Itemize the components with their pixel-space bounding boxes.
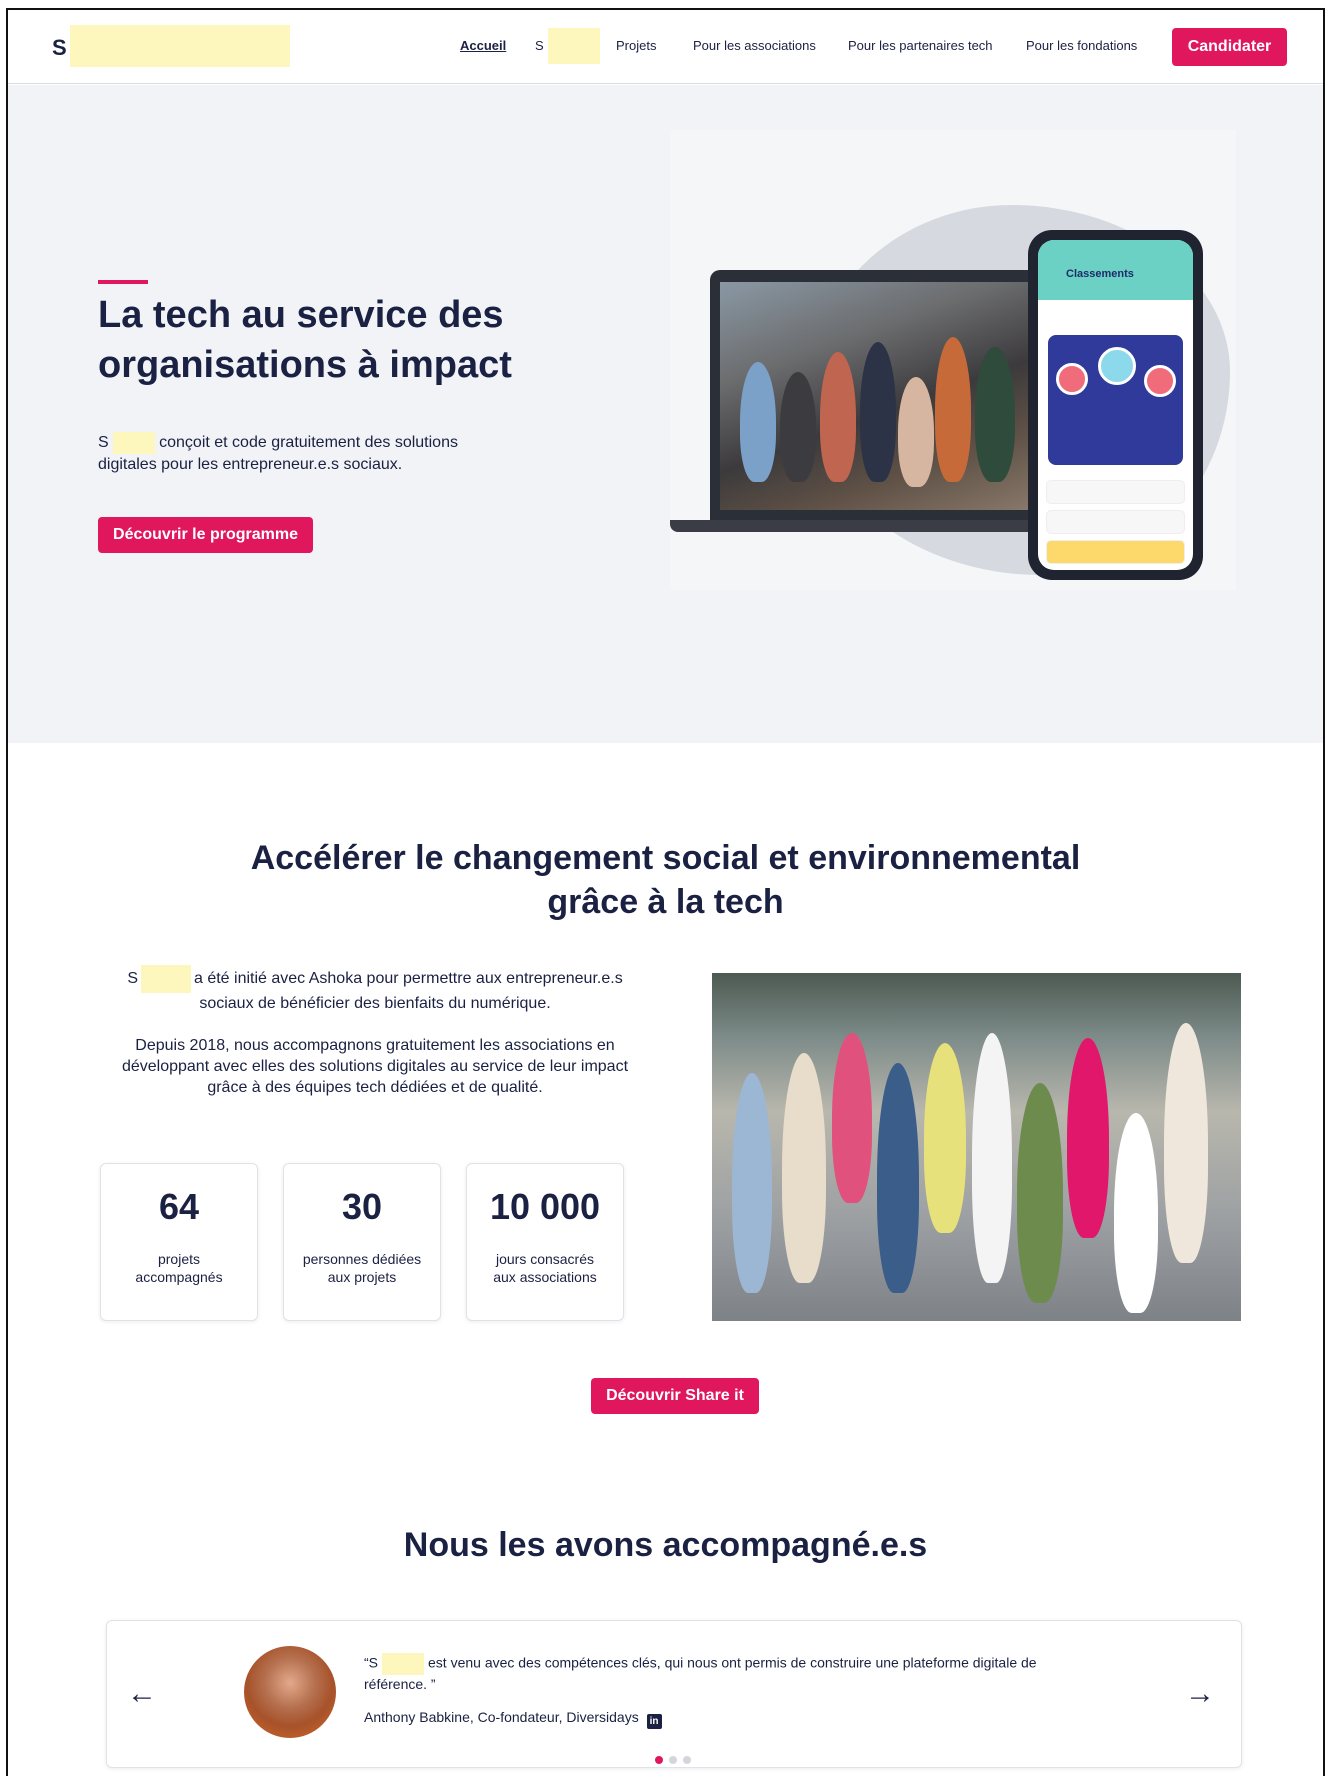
- team-photo: [712, 973, 1241, 1321]
- hero-desc-prefix: S: [98, 434, 109, 451]
- nav-link-fondations[interactable]: Pour les fondations: [1026, 38, 1137, 53]
- phone-title: Classements: [1066, 268, 1134, 280]
- hero-illustration: Classements: [670, 130, 1236, 590]
- phone-row: [1046, 540, 1185, 564]
- arrow-right-icon[interactable]: →: [1185, 1679, 1215, 1709]
- stat-value: 64: [158, 1186, 200, 1227]
- testimonial-carousel: ← “S est venu avec des compétences clés, …: [106, 1620, 1242, 1768]
- nav-link-accueil[interactable]: Accueil: [460, 38, 506, 53]
- nav-link-associations[interactable]: Pour les associations: [693, 38, 816, 53]
- mission-title-text: Accélérer le changement social et enviro…: [250, 839, 1081, 921]
- mission-title: Accélérer le changement social et enviro…: [8, 836, 1323, 924]
- stat-label: jours consacrés aux associations: [493, 1251, 597, 1285]
- mission-paragraph-2: Depuis 2018, nous accompagnons gratuitem…: [121, 1037, 629, 1096]
- candidater-button[interactable]: Candidater: [1172, 28, 1287, 66]
- testimonials-title: Nous les avons accompagné.e.s: [403, 1526, 928, 1564]
- nav-link-s[interactable]: S: [535, 38, 544, 53]
- quote-text: est venu avec des compétences clés, qui …: [364, 1654, 1037, 1692]
- carousel-dot[interactable]: [669, 1756, 677, 1764]
- phone-ranking-card: [1048, 335, 1183, 465]
- mission-p1-text: a été initié avec Ashoka pour permettre …: [193, 970, 623, 1012]
- linkedin-icon[interactable]: in: [646, 1714, 662, 1729]
- decouvrir-programme-button[interactable]: Découvrir le programme: [98, 517, 313, 553]
- carousel-dots: [655, 1751, 697, 1764]
- nav-link-projets[interactable]: Projets: [616, 38, 656, 53]
- hero-desc-redaction: [113, 432, 156, 454]
- decouvrir-share-it-button[interactable]: Découvrir Share it: [591, 1378, 759, 1414]
- carousel-dot[interactable]: [655, 1756, 663, 1764]
- laptop-mockup: [710, 270, 1055, 520]
- stat-card-days: 10 000 jours consacrés aux associations: [466, 1163, 624, 1321]
- top-nav: S Accueil S Projets Pour les association…: [8, 10, 1323, 84]
- stat-value: 10 000: [489, 1186, 601, 1227]
- author-name: Anthony Babkine, Co-fondateur, Diversida…: [364, 1709, 639, 1725]
- quote-open: “S: [364, 1654, 378, 1671]
- quote-redaction: [382, 1653, 424, 1675]
- testimonial-quote: “S est venu avec des compétences clés, qu…: [364, 1653, 1084, 1694]
- hero-description: S conçoit et code gratuitement des solut…: [98, 432, 518, 476]
- phone-screen: Classements: [1038, 240, 1193, 570]
- logo[interactable]: S: [52, 35, 67, 61]
- arrow-left-icon[interactable]: ←: [127, 1679, 157, 1709]
- logo-redaction: [70, 25, 290, 67]
- phone-mockup: Classements: [1028, 230, 1203, 580]
- mission-p1-prefix: S: [127, 970, 138, 988]
- mission-p1-redaction: [140, 965, 191, 993]
- hero-accent-line: [98, 280, 148, 284]
- laptop-team-photo: [720, 282, 1045, 510]
- hero-section: La tech au service des organisations à i…: [8, 85, 1323, 743]
- avatar: [244, 1646, 336, 1738]
- phone-row: [1046, 480, 1185, 504]
- mission-text: Sa été initié avec Ashoka pour permettre…: [100, 965, 650, 1098]
- stat-label: projets accompagnés: [135, 1251, 223, 1285]
- stat-value: 30: [341, 1186, 383, 1227]
- nav-link-partenaires-tech[interactable]: Pour les partenaires tech: [848, 38, 993, 53]
- stat-label: personnes dédiées aux projets: [302, 1251, 422, 1285]
- nav-redaction: [548, 28, 600, 64]
- mission-paragraph-1: Sa été initié avec Ashoka pour permettre…: [100, 965, 650, 1014]
- page: S Accueil S Projets Pour les association…: [6, 8, 1325, 1776]
- stat-card-people: 30 personnes dédiées aux projets: [283, 1163, 441, 1321]
- stat-card-projects: 64 projets accompagnés: [100, 1163, 258, 1321]
- hero-title: La tech au service des organisations à i…: [98, 294, 512, 386]
- testimonial-author: Anthony Babkine, Co-fondateur, Diversida…: [364, 1709, 662, 1729]
- carousel-dot[interactable]: [683, 1756, 691, 1764]
- phone-row: [1046, 510, 1185, 534]
